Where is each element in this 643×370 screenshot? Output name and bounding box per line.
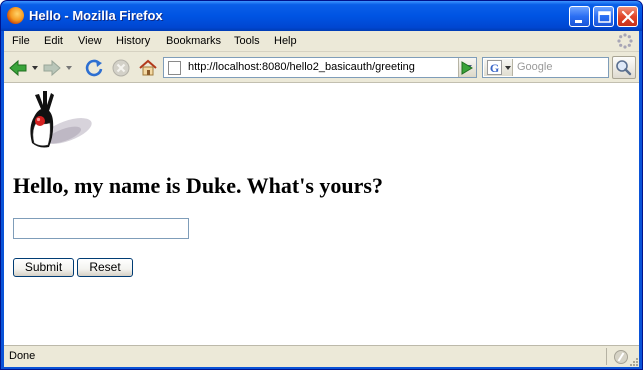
menu-bar: File Edit View History Bookmarks Tools H… (4, 31, 639, 52)
page-heading: Hello, my name is Duke. What's yours? (13, 173, 383, 198)
menu-view[interactable]: View (78, 35, 102, 47)
navigation-toolbar: http://localhost:8080/hello2_basicauth/g… (4, 52, 639, 83)
go-icon[interactable] (456, 58, 476, 78)
forward-history-dropdown-icon[interactable] (66, 66, 72, 70)
search-engine-selector[interactable]: G (484, 59, 513, 76)
address-bar[interactable]: http://localhost:8080/hello2_basicauth/g… (163, 57, 477, 78)
menu-edit[interactable]: Edit (44, 35, 63, 47)
resize-grip-icon[interactable] (629, 357, 639, 367)
back-icon[interactable] (8, 58, 28, 78)
reload-icon[interactable] (84, 58, 104, 78)
maximize-icon (598, 11, 611, 23)
submit-button[interactable]: Submit (13, 258, 74, 277)
security-status-icon[interactable] (613, 349, 629, 365)
google-icon: G (487, 60, 502, 75)
forward-icon[interactable] (42, 58, 62, 78)
menu-history[interactable]: History (116, 35, 150, 47)
duke-mascot-image (30, 91, 92, 148)
search-box[interactable]: G Google (482, 57, 609, 78)
menu-bookmarks[interactable]: Bookmarks (166, 35, 221, 47)
name-input[interactable] (13, 218, 189, 239)
status-divider (606, 348, 607, 365)
status-text: Done (9, 350, 36, 362)
browser-window: Hello - Mozilla Firefox File Edit View H… (0, 0, 643, 370)
page-favicon-icon (168, 61, 181, 75)
throbber-icon (617, 33, 633, 49)
status-bar: Done (4, 345, 639, 367)
close-button[interactable] (617, 6, 638, 27)
firefox-icon (7, 7, 24, 24)
search-input[interactable]: Google (517, 61, 552, 73)
title-bar[interactable]: Hello - Mozilla Firefox (1, 1, 642, 31)
stop-icon[interactable] (111, 58, 131, 78)
maximize-button[interactable] (593, 6, 614, 27)
engine-dropdown-icon (505, 66, 511, 70)
menu-file[interactable]: File (12, 35, 30, 47)
menu-help[interactable]: Help (274, 35, 297, 47)
search-button[interactable] (612, 56, 636, 79)
close-icon (621, 10, 635, 24)
minimize-icon (575, 20, 582, 23)
url-text[interactable]: http://localhost:8080/hello2_basicauth/g… (188, 61, 415, 73)
reset-button[interactable]: Reset (77, 258, 133, 277)
menu-tools[interactable]: Tools (234, 35, 260, 47)
home-icon[interactable] (138, 58, 158, 78)
window-title: Hello - Mozilla Firefox (29, 8, 163, 23)
page-content: Hello, my name is Duke. What's yours? Su… (4, 83, 639, 345)
back-history-dropdown-icon[interactable] (32, 66, 38, 70)
magnifier-icon (616, 60, 632, 76)
minimize-button[interactable] (569, 6, 590, 27)
